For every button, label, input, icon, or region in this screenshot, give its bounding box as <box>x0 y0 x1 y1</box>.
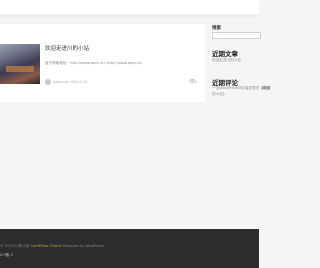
post-excerpt: 官方博客地址：http://www.qqcc.cn/ http://www.qq… <box>45 61 142 65</box>
powered-by[interactable]: Powered by WordPress <box>63 244 104 248</box>
theme-link[interactable]: CorePress Theme <box>31 244 62 248</box>
post-thumbnail[interactable] <box>0 44 40 84</box>
comment-on: 发表在 <box>248 86 260 90</box>
view-count: 6 <box>195 80 198 84</box>
footer-credits: © 2023 川的小站 CorePress Theme Powered by W… <box>0 244 104 249</box>
copyright-text: © 2023 川的小站 <box>0 244 30 248</box>
post-title[interactable]: 欢迎走进川的小站 <box>45 44 89 52</box>
post-meta: adminluo 2020-1-01 <box>53 80 88 84</box>
recent-posts-title: 近期文章 <box>212 50 238 58</box>
comment-post-link[interactable]: 《欢迎 <box>259 86 270 90</box>
author-avatar <box>45 79 51 85</box>
search-label: 搜索 <box>212 26 221 31</box>
search-input[interactable] <box>212 32 261 39</box>
recent-post-link[interactable]: 欢迎走进川的小站 <box>212 58 241 63</box>
icp-record[interactable]: ICP备-2 <box>0 253 13 258</box>
comment-post-link-cont[interactable]: 的小站》 <box>212 92 226 97</box>
navbar-divider <box>0 14 259 18</box>
recent-comment-item[interactable]: 一位WordPress评论者发表在《欢迎 <box>212 86 270 91</box>
comment-author[interactable]: 一位WordPress评论者 <box>212 86 249 90</box>
top-navbar <box>0 0 259 14</box>
